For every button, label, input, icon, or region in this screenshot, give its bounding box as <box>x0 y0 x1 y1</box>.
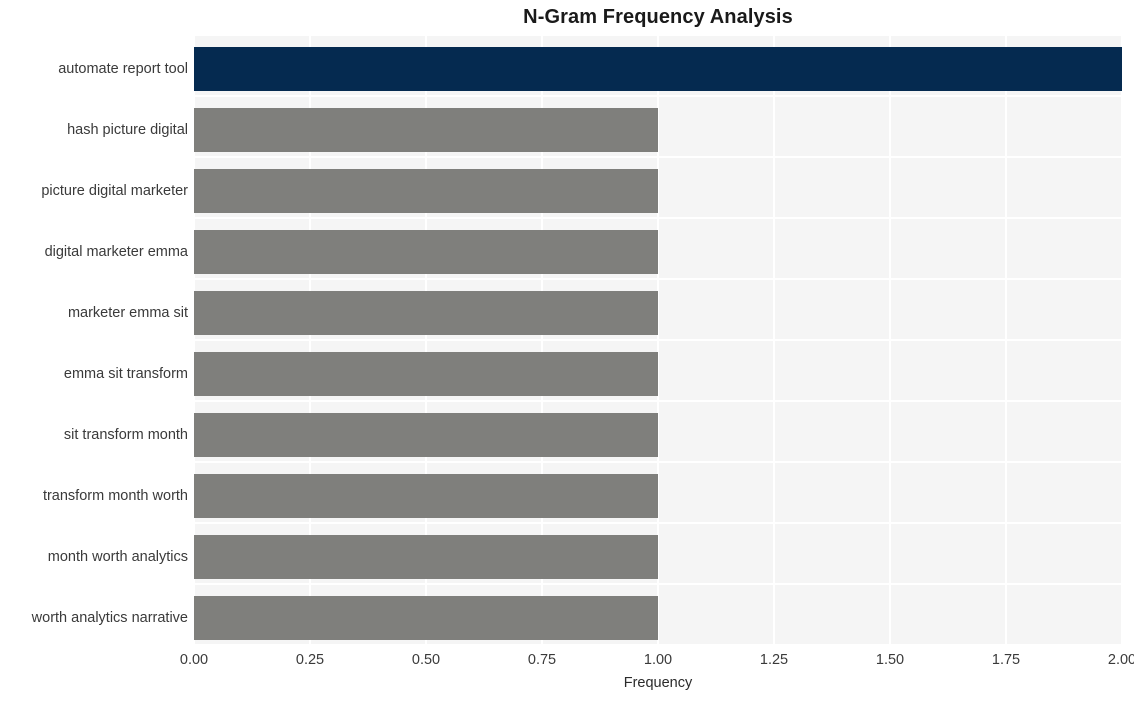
x-axis-tick-label: 1.75 <box>991 652 1021 668</box>
bar[interactable] <box>194 473 658 518</box>
y-axis-tick-label: sit transform month <box>63 426 188 443</box>
y-axis-tick-labels: automate report tool hash picture digital… <box>0 35 188 645</box>
x-axis-tick-label: 0.25 <box>295 652 325 668</box>
y-axis-tick-label: picture digital marketer <box>41 182 188 199</box>
y-axis-tick-label: hash picture digital <box>67 121 188 138</box>
y-axis-tick-label: digital marketer emma <box>44 243 188 260</box>
bar[interactable] <box>194 595 658 640</box>
y-axis-tick-label: automate report tool <box>58 60 188 77</box>
y-axis-tick-label: month worth analytics <box>47 548 188 565</box>
bar[interactable] <box>194 107 658 152</box>
bar[interactable] <box>194 534 658 579</box>
bar[interactable] <box>194 46 1122 91</box>
x-axis-title: Frequency <box>623 675 693 691</box>
x-axis-tick-label: 0.50 <box>411 652 441 668</box>
y-axis-tick-label: transform month worth <box>42 487 188 504</box>
bar[interactable] <box>194 168 658 213</box>
x-axis-tick-label: 0.00 <box>179 652 209 668</box>
bar[interactable] <box>194 229 658 274</box>
x-axis-tick-label: 1.00 <box>643 652 673 668</box>
y-axis-tick-label: marketer emma sit <box>67 304 188 321</box>
y-axis-tick-label: worth analytics narrative <box>31 609 188 626</box>
bars-group <box>194 35 1122 645</box>
chart-figure: N-Gram Frequency Analysis automate repor… <box>0 0 1134 701</box>
x-axis-tick-label: 1.50 <box>875 652 905 668</box>
x-axis-tick-label: 0.75 <box>527 652 557 668</box>
plot-area <box>194 35 1122 645</box>
x-axis-tick-label: 1.25 <box>759 652 789 668</box>
bar[interactable] <box>194 351 658 396</box>
x-axis-tick-labels: 0.00 0.25 0.50 0.75 1.00 1.25 1.50 1.75 2.00 <box>180 651 1134 673</box>
y-axis-tick-label: emma sit transform <box>63 365 188 382</box>
bar[interactable] <box>194 290 658 335</box>
bar[interactable] <box>194 412 658 457</box>
x-axis-tick-label: 2.00 <box>1107 652 1134 668</box>
chart-title: N-Gram Frequency Analysis <box>523 6 793 28</box>
